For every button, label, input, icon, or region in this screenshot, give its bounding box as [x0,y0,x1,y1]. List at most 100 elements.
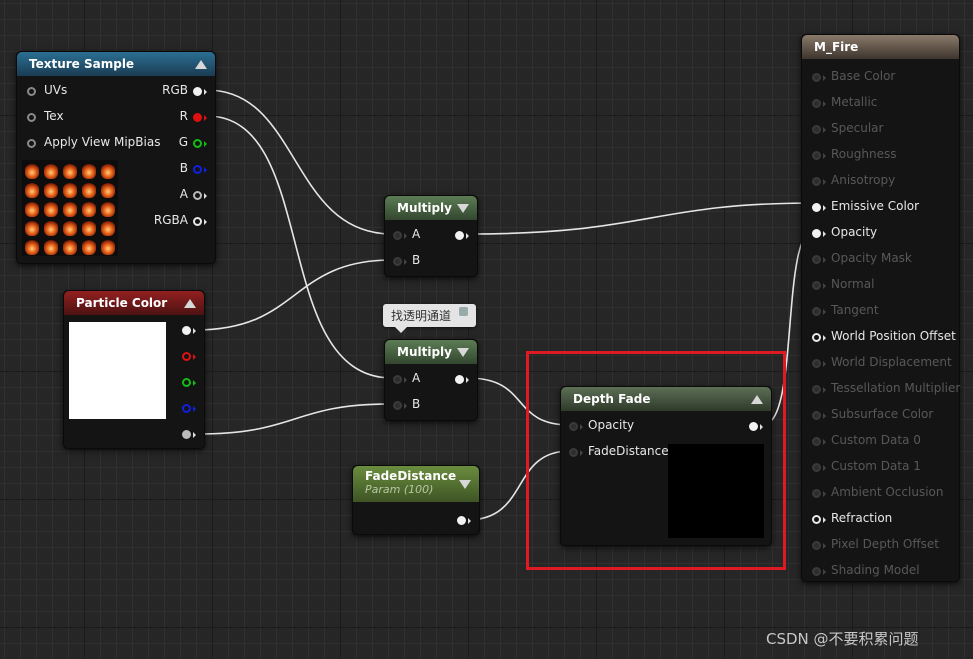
flipbook-frame [82,220,96,236]
texture-sample-header[interactable]: Texture Sample [17,52,215,76]
arrow-icon [204,167,207,173]
material-result-node[interactable]: M_Fire Base Color Metallic Specular Roughne… [801,34,960,582]
fade-distance-param-node[interactable]: FadeDistance Param (100) [352,465,480,535]
arrow-icon [404,377,407,383]
flipbook-frame [101,182,115,198]
material-input-pin[interactable] [812,385,821,394]
node-title: M_Fire [814,40,859,54]
g-label: G [178,135,188,149]
material-input-pin[interactable] [812,359,821,368]
material-input-pin[interactable] [812,463,821,472]
r-output-pin[interactable] [193,113,202,122]
g-output-pin[interactable] [182,378,191,387]
fade-distance-header[interactable]: FadeDistance Param (100) [353,466,479,502]
material-input-pin[interactable] [812,567,821,576]
arrow-icon [823,387,826,393]
material-input-pin[interactable] [812,177,821,186]
multiply-node-1[interactable]: Multiply A B [384,195,478,277]
material-input-pin[interactable] [812,73,821,82]
g-output-pin[interactable] [193,139,202,148]
r-output-pin[interactable] [182,352,191,361]
a-output-pin[interactable] [193,191,202,200]
uvs-input-pin[interactable] [27,87,36,96]
arrow-icon [404,403,407,409]
material-input-label: Custom Data 1 [831,459,921,473]
flipbook-frame [25,182,39,198]
b-label: B [412,397,421,411]
arrow-icon [823,439,826,445]
arrow-icon [823,179,826,185]
b-output-pin[interactable] [193,165,202,174]
a-output-pin[interactable] [182,430,191,439]
material-header[interactable]: M_Fire [802,35,959,59]
a-input-pin[interactable] [393,375,402,384]
arrow-icon [823,491,826,497]
flipbook-frame [44,182,58,198]
arrow-icon [193,406,196,412]
flipbook-frame [25,220,39,236]
node-title: Texture Sample [29,57,135,71]
collapse-arrow-icon[interactable] [457,204,469,213]
arrow-icon [823,153,826,159]
a-input-pin[interactable] [393,231,402,240]
flipbook-frame [63,182,77,198]
texture-sample-node[interactable]: Texture Sample UVs Tex Apply View MipBia… [16,51,216,264]
material-input-pin[interactable] [812,437,821,446]
material-input-label: Custom Data 0 [831,433,921,447]
material-input-pin[interactable] [812,515,821,524]
flipbook-frame [101,201,115,217]
output-pin[interactable] [457,516,466,525]
multiply-header[interactable]: Multiply [385,196,477,220]
material-input-pin[interactable] [812,125,821,134]
arrow-icon [193,380,196,386]
wire-rgb-to-multiply1-a [206,89,393,235]
material-input-pin[interactable] [812,411,821,420]
collapse-arrow-icon[interactable] [457,348,469,357]
arrow-icon [204,219,207,225]
output-pin[interactable] [455,231,464,240]
arrow-icon [823,309,826,315]
arrow-icon [204,115,207,121]
material-input-pin[interactable] [812,541,821,550]
watermark: CSDN @不要积累问题 [766,630,919,648]
arrow-icon [823,413,826,419]
tex-input-pin[interactable] [27,113,36,122]
arrow-icon [823,205,826,211]
flipbook-frame [63,201,77,217]
material-input-label: Normal [831,277,875,291]
particle-color-node[interactable]: Particle Color [63,290,205,449]
collapse-arrow-icon[interactable] [459,480,471,489]
collapse-arrow-icon[interactable] [184,299,196,308]
wire-particle-to-multiply1-b [195,259,393,331]
material-input-pin[interactable] [812,489,821,498]
material-input-pin[interactable] [812,151,821,160]
arrow-icon [823,101,826,107]
b-output-pin[interactable] [182,404,191,413]
material-input-pin[interactable] [812,333,821,342]
particle-color-header[interactable]: Particle Color [64,291,204,315]
rgb-output-pin[interactable] [182,326,191,335]
material-input-label: Tangent [831,303,879,317]
arrow-icon [823,517,826,523]
collapse-arrow-icon[interactable] [195,60,207,69]
flipbook-frame [101,239,115,255]
color-preview [69,322,166,419]
material-input-label: Pixel Depth Offset [831,537,939,551]
b-input-pin[interactable] [393,401,402,410]
material-input-pin[interactable] [812,307,821,316]
mipbias-input-pin[interactable] [27,139,36,148]
multiply-header[interactable]: Multiply [385,340,477,364]
highlight-box [526,351,786,570]
output-pin[interactable] [455,375,464,384]
rgba-output-pin[interactable] [193,217,202,226]
b-input-pin[interactable] [393,257,402,266]
arrow-icon [404,259,407,265]
material-input-pin[interactable] [812,203,821,212]
material-input-pin[interactable] [812,229,821,238]
material-input-pin[interactable] [812,255,821,264]
multiply-node-2[interactable]: Multiply A B [384,339,478,421]
arrow-icon [466,377,469,383]
material-input-pin[interactable] [812,281,821,290]
rgb-output-pin[interactable] [193,87,202,96]
material-input-pin[interactable] [812,99,821,108]
